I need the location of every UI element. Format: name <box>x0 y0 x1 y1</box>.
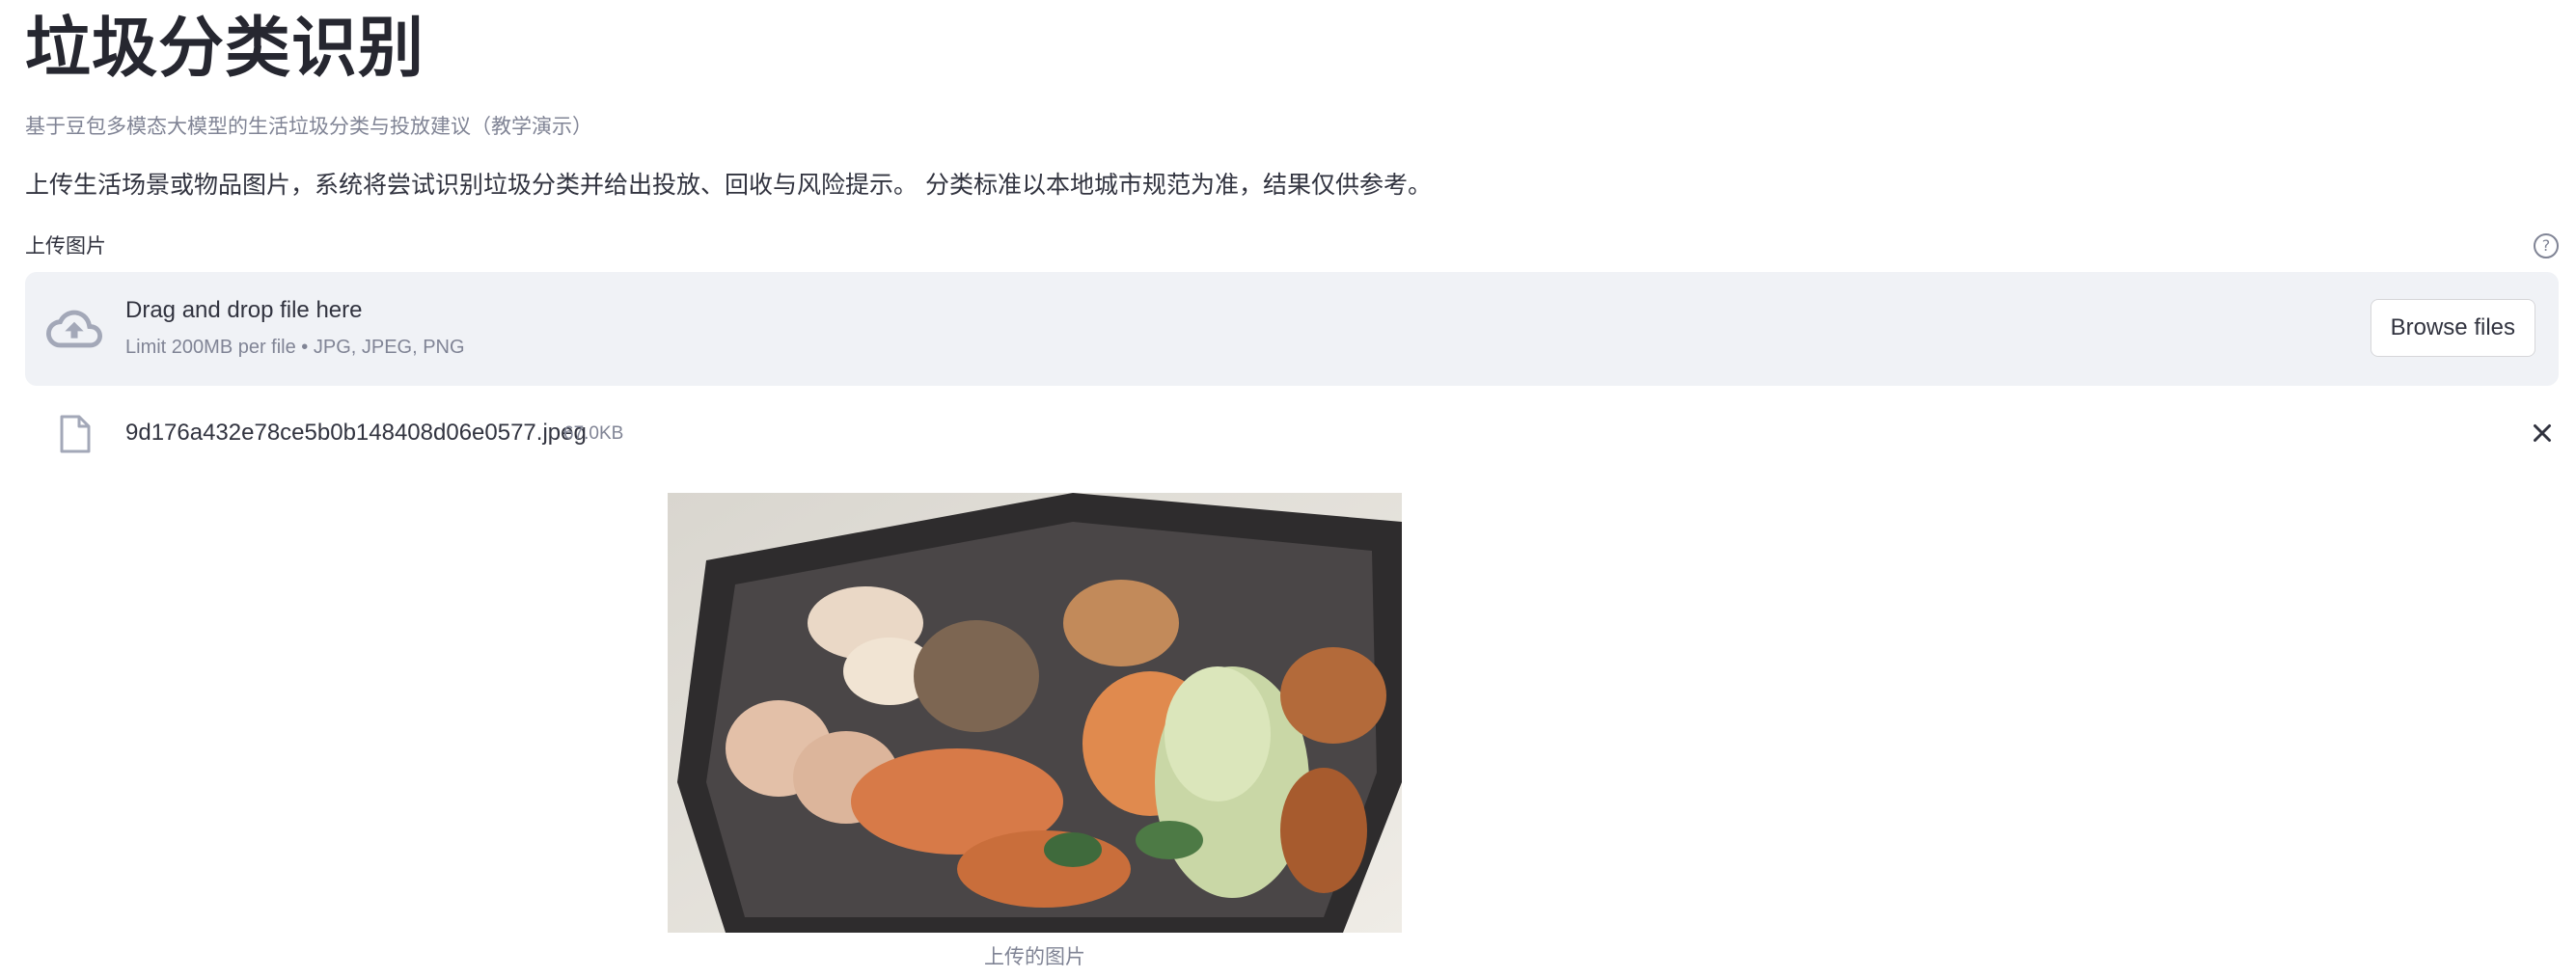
browse-files-button[interactable]: Browse files <box>2370 299 2535 357</box>
dropzone-instruction: Drag and drop file here <box>125 297 363 323</box>
page-subtitle: 基于豆包多模态大模型的生活垃圾分类与投放建议（教学演示） <box>25 115 592 138</box>
uploaded-image <box>668 493 1402 933</box>
file-icon <box>60 415 91 453</box>
dropzone-limit: Limit 200MB per file • JPG, JPEG, PNG <box>125 337 465 358</box>
uploaded-file-size: 67.0KB <box>563 423 624 444</box>
page-title: 垃圾分类识别 <box>25 11 425 87</box>
image-caption: 上传的图片 <box>984 945 1085 968</box>
close-icon[interactable] <box>2528 419 2557 448</box>
question-circle-icon[interactable]: ? <box>2534 233 2559 258</box>
cloud-upload-icon <box>46 310 102 348</box>
upload-label: 上传图片 <box>25 234 106 258</box>
uploaded-file-row: 9d176a432e78ce5b0b148408d06e0577.jpeg 67… <box>25 405 2559 463</box>
file-dropzone[interactable]: Drag and drop file here Limit 200MB per … <box>25 272 2559 386</box>
intro-text: 上传生活场景或物品图片，系统将尝试识别垃圾分类并给出投放、回收与风险提示。 分类… <box>25 171 1432 199</box>
food-waste-photo <box>668 493 1402 933</box>
uploaded-file-name: 9d176a432e78ce5b0b148408d06e0577.jpeg <box>125 420 587 446</box>
